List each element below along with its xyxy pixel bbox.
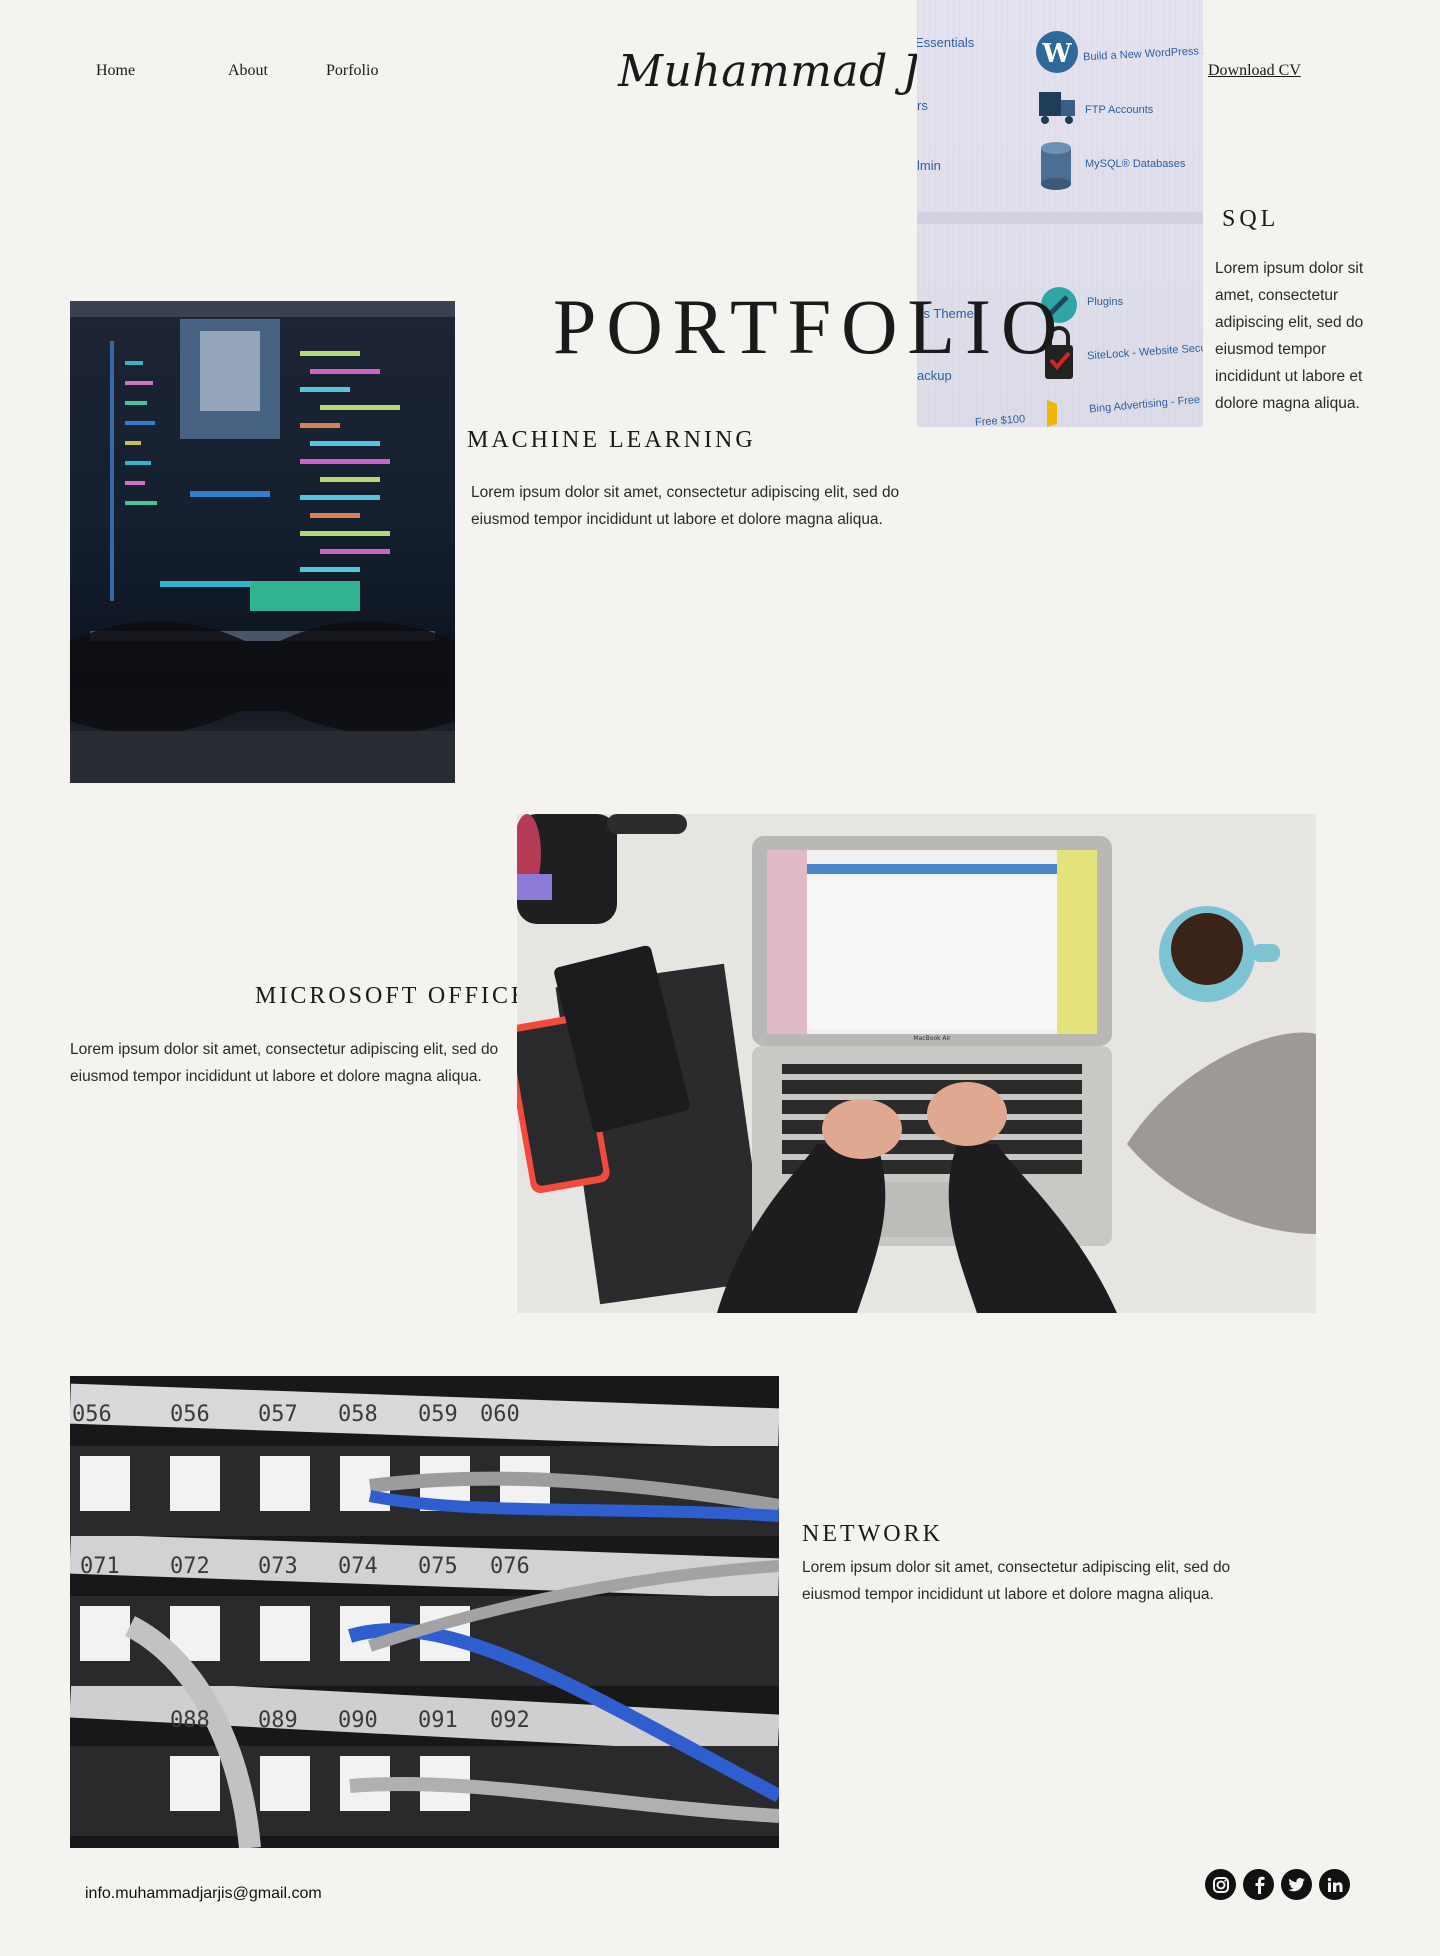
patch-panel-image: 056 056 057 058 059 060 071 072 073 074 … — [70, 1376, 779, 1848]
footer-email-link[interactable]: info.muhammadjarjis@gmail.com — [85, 1885, 322, 1903]
instagram-icon[interactable] — [1205, 1869, 1236, 1900]
panel-item: FTP Accounts — [1085, 104, 1154, 116]
panel-item: Free $100 — [974, 413, 1026, 427]
port-label: 071 — [80, 1554, 120, 1579]
panel-row-labels: 056 056 057 058 059 060 — [70, 1402, 779, 1436]
nav-about-link[interactable]: About — [228, 62, 268, 80]
port-label: 089 — [258, 1708, 298, 1733]
section-text-machine-learning: Lorem ipsum dolor sit amet, consectetur … — [471, 484, 900, 528]
laptop-desk-image: MacBook Air — [517, 814, 1316, 1313]
main-nav: Home About Porfolio — [96, 62, 416, 86]
social-links — [1205, 1869, 1350, 1900]
panel-row-labels: 088 089 090 091 092 — [70, 1708, 779, 1742]
section-text-network: Lorem ipsum dolor sit amet, consectetur … — [802, 1559, 1231, 1603]
section-title-machine-learning: MACHINE LEARNING — [467, 427, 756, 453]
port-label: 091 — [418, 1708, 458, 1733]
svg-text:W: W — [1041, 39, 1072, 69]
code-screen-image — [70, 301, 455, 783]
panel-item: Essentials — [917, 35, 975, 50]
section-text-microsoft-office: Lorem ipsum dolor sit amet, consectetur … — [70, 1041, 499, 1085]
nav-home-link[interactable]: Home — [96, 62, 135, 80]
facebook-icon[interactable] — [1243, 1869, 1274, 1900]
port-label: 074 — [338, 1554, 378, 1579]
port-label: 092 — [490, 1708, 530, 1733]
panel-item: Plugins — [1087, 296, 1124, 308]
section-text-sql: Lorem ipsum dolor sit amet, consectetur … — [1215, 260, 1364, 412]
panel-item: lmin — [917, 158, 941, 173]
twitter-icon[interactable] — [1281, 1869, 1312, 1900]
port-label: 056 — [170, 1402, 210, 1427]
port-label: 090 — [338, 1708, 378, 1733]
port-label: 056 — [72, 1402, 112, 1427]
laptop-brand-label: MacBook Air — [913, 1035, 951, 1042]
nav-portfolio-link[interactable]: Porfolio — [326, 62, 378, 80]
panel-item: MySQL® Databases — [1085, 158, 1186, 170]
section-title-network: NETWORK — [802, 1521, 943, 1547]
panel-item: rs — [917, 98, 928, 113]
bing-icon — [1047, 400, 1057, 427]
port-label: 060 — [480, 1402, 520, 1427]
wordpress-icon: W — [1036, 31, 1078, 73]
page-title: PORTFOLIO — [553, 283, 1068, 370]
port-label: 059 — [418, 1402, 458, 1427]
port-label: 075 — [418, 1554, 458, 1579]
port-label: 073 — [258, 1554, 298, 1579]
database-icon — [1041, 142, 1071, 190]
port-label: 076 — [490, 1554, 530, 1579]
section-title-sql: SQL — [1222, 206, 1280, 232]
port-label: 088 — [170, 1708, 210, 1733]
port-label: 058 — [338, 1402, 378, 1427]
port-label: 072 — [170, 1554, 210, 1579]
download-cv-link[interactable]: Download CV — [1208, 62, 1301, 80]
linkedin-icon[interactable] — [1319, 1869, 1350, 1900]
panel-row-labels: 071 072 073 074 075 076 — [70, 1554, 779, 1588]
section-title-microsoft-office: MICROSOFT OFFICE — [255, 983, 529, 1009]
port-label: 057 — [258, 1402, 298, 1427]
